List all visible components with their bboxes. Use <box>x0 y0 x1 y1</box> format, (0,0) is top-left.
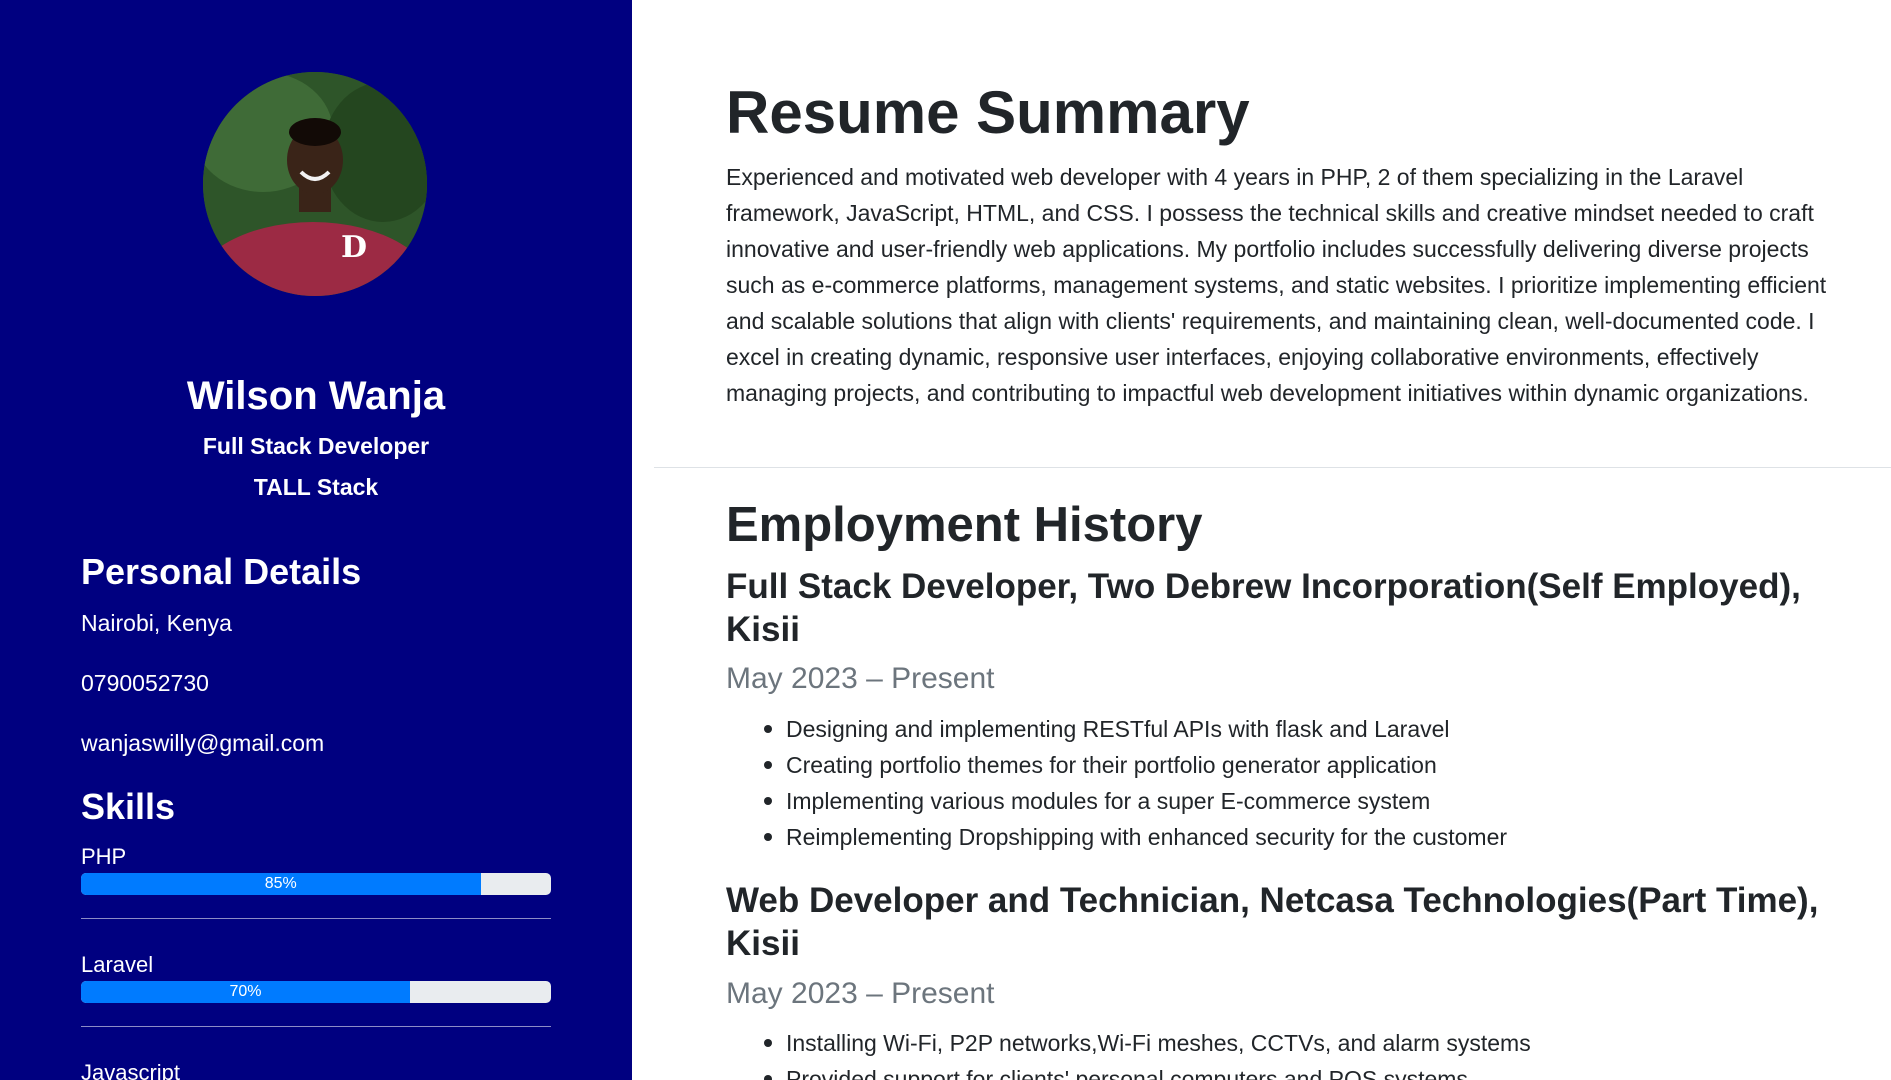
list-item: Implementing various modules for a super… <box>763 783 1507 819</box>
list-item: Installing Wi-Fi, P2P networks,Wi-Fi mes… <box>764 1025 1531 1061</box>
list-item: Provided support for clients' personal c… <box>764 1061 1531 1080</box>
skill-progress-bar: 70% <box>81 981 551 1003</box>
profile-name: Wilson Wanja <box>186 374 446 418</box>
skill-divider <box>81 918 551 919</box>
summary-heading: Resume Summary <box>726 79 1250 146</box>
skill-divider <box>81 1026 551 1027</box>
avatar: D <box>203 72 427 296</box>
list-item: Designing and implementing RESTful APIs … <box>763 711 1507 747</box>
skill-item-javascript: Javascript <box>81 1059 551 1080</box>
job-dates: May 2023 – Present <box>726 977 995 1010</box>
skill-progress-fill: 85% <box>81 873 481 895</box>
svg-text:D: D <box>341 230 367 265</box>
job-title: Full Stack Developer, Two Debrew Incorpo… <box>726 567 1801 649</box>
job-dates: May 2023 – Present <box>726 662 995 695</box>
profile-photo: D <box>203 72 427 296</box>
email-text: wanjaswilly@gmail.com <box>81 730 325 756</box>
list-item: Reimplementing Dropshipping with enhance… <box>763 819 1507 855</box>
employment-heading: Employment History <box>726 498 1203 552</box>
personal-details-heading: Personal Details <box>81 551 362 592</box>
profile-role: Full Stack Developer <box>202 433 430 459</box>
skill-progress-bar: 85% <box>81 873 551 895</box>
profile-stack: TALL Stack <box>253 474 379 500</box>
summary-text: Experienced and motivated web developer … <box>726 164 1827 406</box>
job-duties-list: Designing and implementing RESTful APIs … <box>726 711 1507 855</box>
location-text: Nairobi, Kenya <box>81 610 232 636</box>
skill-name: PHP <box>81 844 127 869</box>
skill-name: Laravel <box>81 952 154 977</box>
section-divider <box>654 467 1891 468</box>
job-title: Web Developer and Technician, Netcasa Te… <box>726 881 1819 963</box>
skill-name: Javascript <box>81 1060 181 1080</box>
list-item: Creating portfolio themes for their port… <box>763 747 1507 783</box>
job-duties-list: Installing Wi-Fi, P2P networks,Wi-Fi mes… <box>726 1025 1531 1080</box>
phone-text: 0790052730 <box>81 670 209 696</box>
skill-progress-fill: 70% <box>81 981 410 1003</box>
skill-item-php: PHP 85% <box>81 843 551 919</box>
main-content: Resume Summary Experienced and motivated… <box>632 0 1891 1080</box>
skill-item-laravel: Laravel 70% <box>81 951 551 1027</box>
sidebar: D Wilson Wanja Full Stack Developer TALL… <box>0 0 632 1080</box>
skills-heading: Skills <box>81 786 176 827</box>
